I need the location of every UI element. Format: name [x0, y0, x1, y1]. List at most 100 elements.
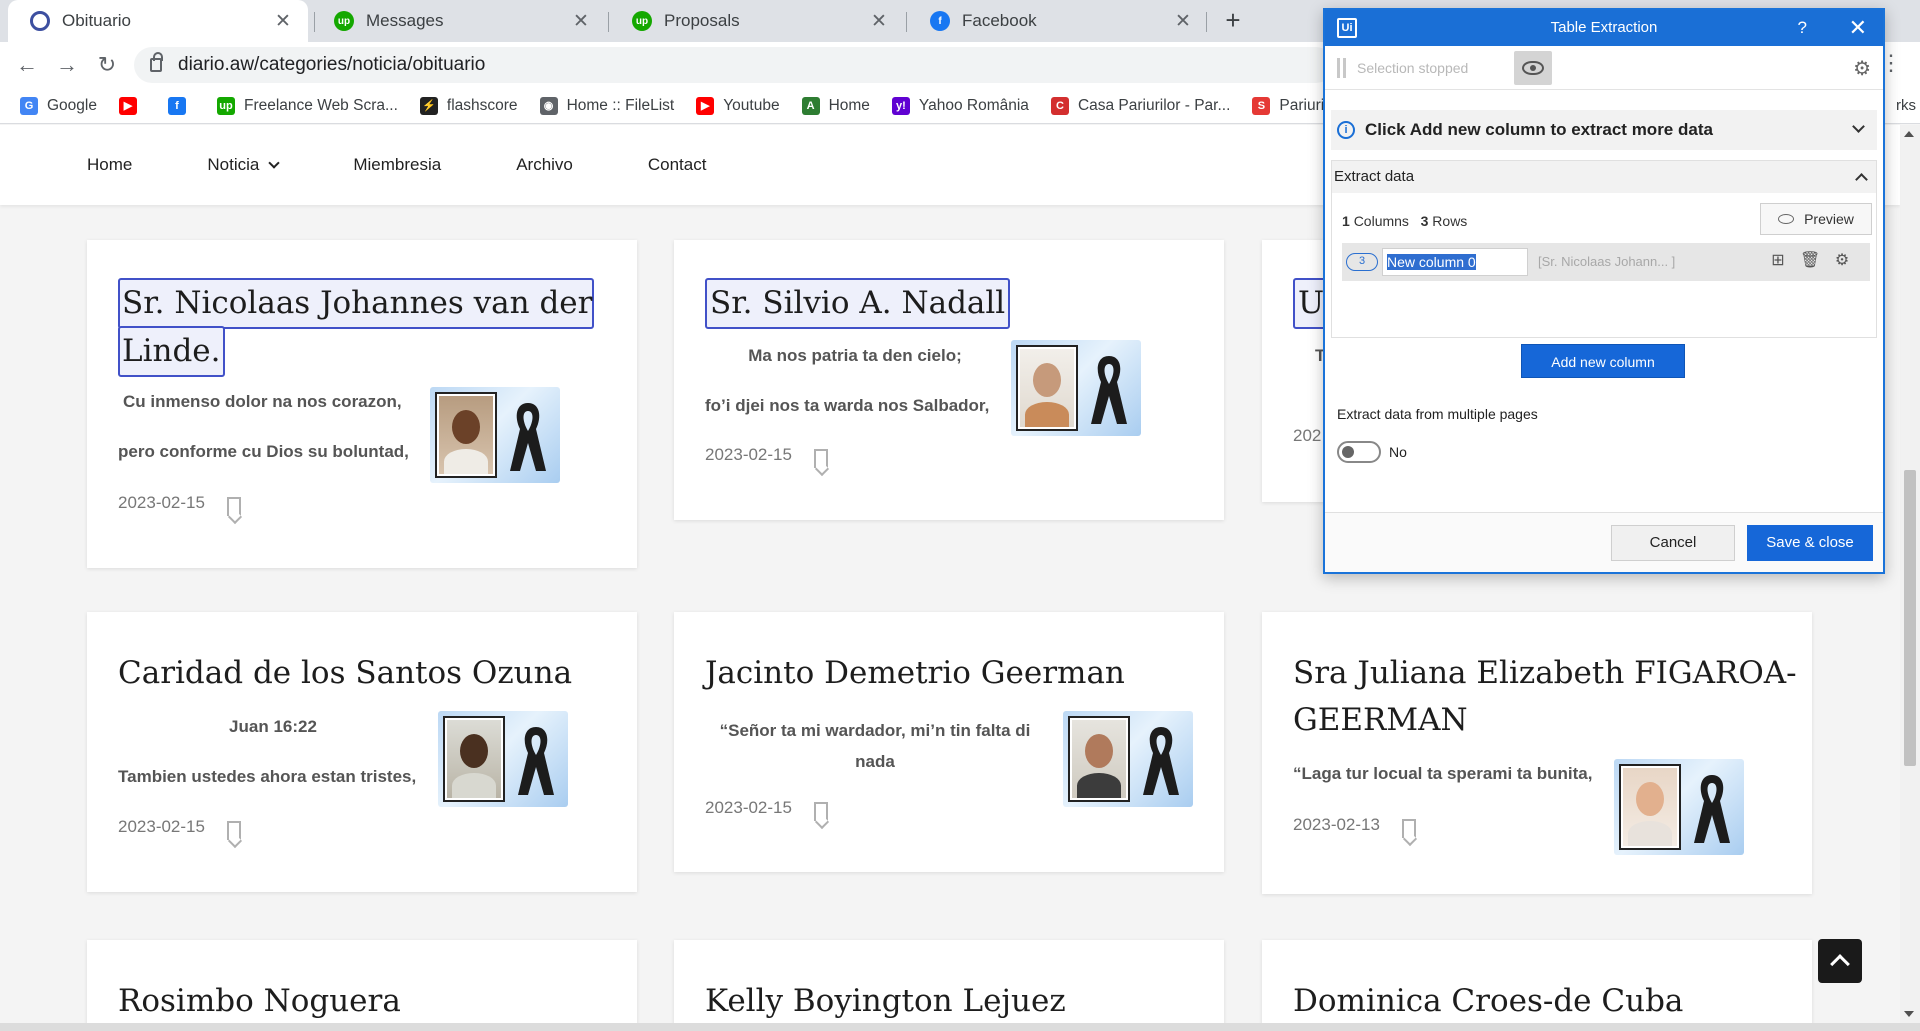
nav-home[interactable]: Home — [87, 155, 132, 175]
nav-miembresia[interactable]: Miembresia — [353, 155, 441, 175]
tab-messages[interactable]: up Messages ✕ — [312, 0, 606, 42]
scroll-down-arrow[interactable] — [1904, 1011, 1914, 1017]
close-icon[interactable]: ✕ — [272, 10, 294, 33]
back-arrow-icon[interactable]: ← — [12, 50, 42, 80]
page-scrollbar[interactable] — [1900, 125, 1920, 1023]
chevron-down-icon — [268, 156, 280, 169]
card-title[interactable]: Rosimbo Noguera — [118, 978, 401, 1025]
chevron-up-icon[interactable] — [1855, 173, 1868, 186]
close-icon[interactable]: ✕ — [1849, 10, 1867, 46]
nav-label: Miembresia — [353, 155, 442, 174]
bookmark-icon[interactable] — [814, 802, 828, 821]
card-title[interactable]: Caridad de los Santos Ozuna — [118, 650, 572, 697]
horizontal-scrollbar[interactable] — [0, 1023, 1920, 1031]
close-icon[interactable]: ✕ — [570, 10, 592, 33]
obituary-photo — [1011, 340, 1141, 436]
mourning-ribbon-icon — [1694, 775, 1730, 843]
bookmark-item[interactable]: ⚡ flashscore — [419, 96, 518, 115]
obituary-card[interactable]: Kelly Boyington Lejuez — [674, 940, 1224, 1031]
gear-icon[interactable]: ⚙ — [1853, 56, 1871, 81]
new-tab-button[interactable]: + — [1218, 6, 1248, 36]
obituary-photo — [430, 387, 560, 483]
gear-icon[interactable]: ⚙ — [1832, 251, 1852, 271]
multi-page-toggle[interactable] — [1337, 441, 1381, 463]
selection-status-label: Selection stopped — [1357, 60, 1469, 76]
bookmark-label: flashscore — [446, 96, 518, 114]
scroll-up-arrow[interactable] — [1904, 131, 1914, 137]
bookmark-label: Google — [47, 96, 97, 114]
scroll-thumb[interactable] — [1904, 470, 1916, 766]
url-field[interactable]: diario.aw/categories/noticia/obituario — [134, 47, 1334, 83]
save-close-button[interactable]: Save & close — [1747, 525, 1873, 561]
obituary-card[interactable]: Sr. Nicolaas Johannes van der Linde. Cu … — [87, 240, 637, 568]
bookmark-item[interactable]: ▶ Youtube — [696, 96, 780, 115]
reload-icon[interactable]: ↻ — [92, 50, 122, 80]
bookmark-icon[interactable] — [814, 449, 828, 468]
bookmark-icon[interactable] — [227, 821, 241, 840]
multi-page-label: Extract data from multiple pages — [1337, 406, 1538, 422]
close-icon[interactable]: ✕ — [1172, 10, 1194, 33]
bookmark-icon[interactable] — [1402, 819, 1416, 838]
nav-contact[interactable]: Contact — [648, 155, 707, 175]
bookmarks-overflow[interactable]: rks — [1892, 88, 1920, 123]
obituary-card[interactable]: Dominica Croes-de Cuba — [1262, 940, 1812, 1031]
trash-icon[interactable]: 🗑 — [1800, 251, 1820, 271]
card-date: 202 — [1293, 426, 1322, 445]
nav-archivo[interactable]: Archivo — [516, 155, 573, 175]
mourning-ribbon-icon — [1091, 356, 1127, 424]
column-preview-value: [Sr. Nicolaas Johann... ] — [1538, 254, 1676, 269]
obituary-card[interactable]: Sra Juliana Elizabeth FIGAROA- GEERMAN “… — [1262, 612, 1812, 894]
bookmark-label: Home :: FileList — [566, 96, 675, 114]
card-title[interactable]: Jacinto Demetrio Geerman — [705, 650, 1125, 697]
bookmark-item[interactable]: y! Yahoo România — [891, 96, 1029, 115]
preview-button[interactable]: Preview — [1760, 203, 1872, 235]
card-title[interactable]: Kelly Boyington Lejuez — [705, 978, 1066, 1025]
eye-icon — [1778, 214, 1795, 224]
card-title-continued[interactable]: Linde. — [118, 326, 225, 377]
column-settings-source-icon[interactable]: ⊞ — [1768, 251, 1788, 271]
card-title[interactable]: Dominica Croes-de Cuba — [1293, 978, 1683, 1025]
mourning-ribbon-icon — [510, 403, 546, 471]
upwork-icon: up — [632, 11, 652, 31]
obituary-card[interactable]: Caridad de los Santos Ozuna Juan 16:22 T… — [87, 612, 637, 892]
tab-facebook[interactable]: f Facebook ✕ — [908, 0, 1208, 42]
facebook-icon: f — [930, 11, 950, 31]
card-title[interactable]: Sr. Silvio A. Nadall — [705, 278, 1011, 329]
card-title[interactable]: Sra Juliana Elizabeth FIGAROA- GEERMAN — [1293, 650, 1797, 744]
info-banner[interactable]: i Click Add new column to extract more d… — [1331, 110, 1877, 150]
card-title[interactable]: Sr. Nicolaas Johannes van der — [118, 278, 595, 329]
bookmark-item[interactable]: ◉ Home :: FileList — [539, 96, 675, 115]
close-icon[interactable]: ✕ — [868, 10, 890, 33]
card-date: 2023-02-13 — [1293, 815, 1380, 834]
add-new-column-button[interactable]: Add new column — [1521, 344, 1685, 378]
column-row[interactable]: 3 New column 0 [Sr. Nicolaas Johann... ]… — [1342, 243, 1870, 281]
card-date: 2023-02-15 — [705, 445, 792, 464]
card-excerpt: “Laga tur locual ta sperami ta bunita, — [1293, 764, 1593, 783]
dialog-footer: Cancel Save & close — [1325, 512, 1883, 572]
bookmark-item[interactable]: f — [167, 96, 195, 115]
obituary-card[interactable]: Rosimbo Noguera — [87, 940, 637, 1031]
obituary-card[interactable]: Jacinto Demetrio Geerman “Señor ta mi wa… — [674, 612, 1224, 872]
obituary-card[interactable]: Sr. Silvio A. Nadall Ma nos patria ta de… — [674, 240, 1224, 520]
highlight-toggle-button[interactable] — [1514, 51, 1552, 85]
nav-noticia[interactable]: Noticia — [207, 155, 280, 175]
tab-proposals[interactable]: up Proposals ✕ — [610, 0, 904, 42]
chevron-down-icon[interactable] — [1852, 120, 1865, 133]
forward-arrow-icon[interactable]: → — [52, 50, 82, 80]
tab-obituario[interactable]: Obituario ✕ — [8, 0, 308, 42]
bookmark-item[interactable]: up Freelance Web Scra... — [216, 96, 398, 115]
yahoo-icon: y! — [891, 96, 910, 115]
columns-count: 1 — [1342, 213, 1350, 229]
cancel-button[interactable]: Cancel — [1611, 525, 1735, 561]
bookmark-item[interactable]: ▶ — [118, 96, 146, 115]
extract-data-header[interactable]: Extract data — [1332, 161, 1876, 193]
card-excerpt: “Señor ta mi wardador, mi’n tin falta di… — [705, 715, 1045, 777]
back-to-top-button[interactable] — [1818, 939, 1862, 983]
column-name-input[interactable]: New column 0 — [1382, 248, 1528, 276]
bookmark-item[interactable]: G Google — [20, 96, 97, 115]
bookmark-item[interactable]: C Casa Pariurilor - Par... — [1050, 96, 1230, 115]
bookmark-icon[interactable] — [227, 497, 241, 516]
help-icon[interactable]: ? — [1798, 10, 1807, 46]
tab-title: Facebook — [962, 11, 1037, 30]
bookmark-item[interactable]: A Home — [801, 96, 870, 115]
